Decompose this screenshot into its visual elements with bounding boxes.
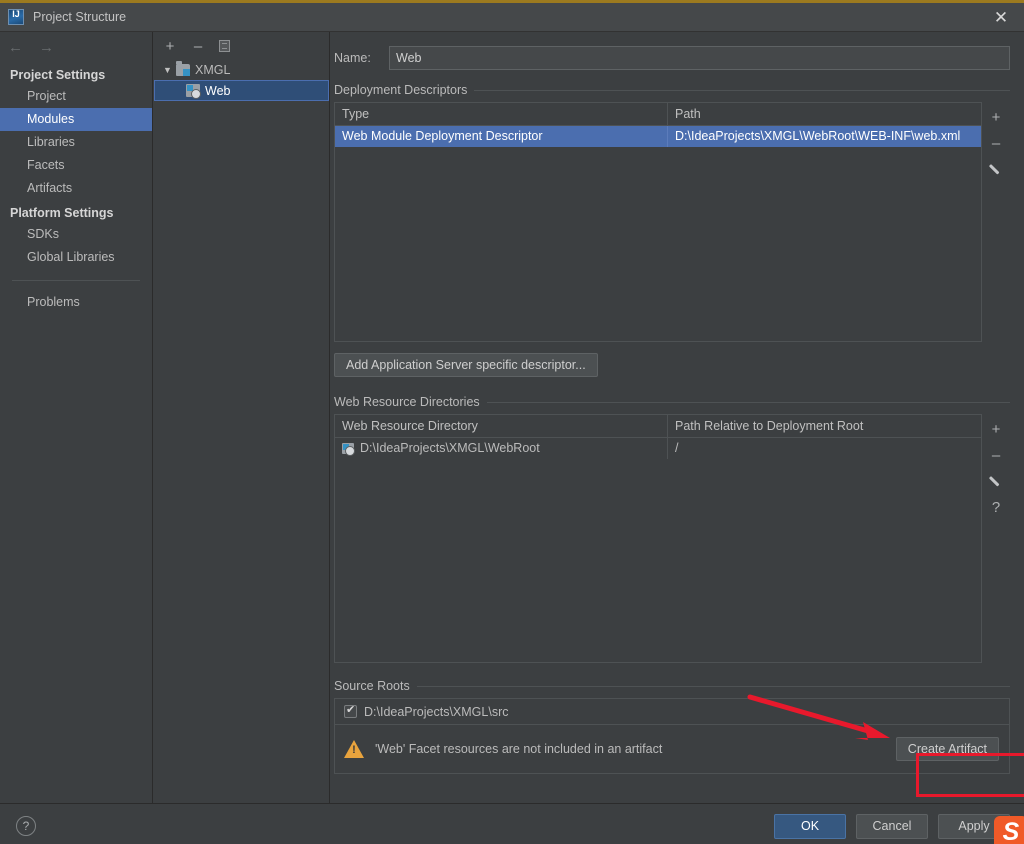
add-descriptor-button[interactable]: + (983, 104, 1009, 130)
group-label: Deployment Descriptors (334, 83, 467, 97)
forward-icon[interactable]: → (39, 40, 54, 55)
web-resource-table-wrap: Web Resource Directory Path Relative to … (334, 414, 1010, 663)
web-resource-directories-group: Web Resource Directories Web Resource Di… (334, 395, 1010, 663)
sidebar-item-problems[interactable]: Problems (0, 291, 152, 314)
help-icon[interactable]: ? (16, 816, 36, 836)
sidebar-item-artifacts[interactable]: Artifacts (0, 177, 152, 200)
deployment-descriptors-actions: + – (982, 102, 1010, 342)
help-web-resource-button[interactable]: ? (983, 494, 1009, 520)
table-header: Web Resource Directory Path Relative to … (335, 415, 981, 438)
module-tree-panel: + – ▼ XMGL Web (154, 32, 330, 803)
back-icon[interactable]: ← (8, 40, 23, 55)
web-resource-directories-title: Web Resource Directories (334, 395, 1010, 409)
group-label: Source Roots (334, 679, 410, 693)
pencil-icon (990, 475, 1003, 488)
table-row[interactable]: Web Module Deployment Descriptor D:\Idea… (335, 126, 981, 147)
sidebar-heading-platform-settings: Platform Settings (0, 203, 152, 223)
remove-web-resource-button[interactable]: – (983, 442, 1009, 468)
sidebar-divider (12, 280, 140, 281)
cancel-button[interactable]: Cancel (856, 814, 928, 839)
table-row[interactable]: D:\IdeaProjects\XMGL\WebRoot / (335, 438, 981, 459)
dialog-buttons: OK Cancel Apply (774, 814, 1010, 839)
table-body: Web Module Deployment Descriptor D:\Idea… (335, 126, 981, 147)
table-body: D:\IdeaProjects\XMGL\WebRoot / (335, 438, 981, 459)
group-rule (417, 686, 1010, 687)
module-name-label: Name: (334, 51, 389, 65)
copy-module-button[interactable] (219, 40, 230, 52)
title-bar: Project Structure ✕ (0, 3, 1024, 32)
source-root-path: D:\IdeaProjects\XMGL\src (364, 705, 509, 719)
deployment-descriptors-table-wrap: Type Path Web Module Deployment Descript… (334, 102, 1010, 342)
remove-module-button[interactable]: – (191, 39, 205, 54)
deployment-descriptors-table: Type Path Web Module Deployment Descript… (334, 102, 982, 342)
intellij-idea-icon (8, 9, 24, 25)
module-detail-pane: Name: Deployment Descriptors Type Path W… (331, 32, 1024, 803)
ok-button[interactable]: OK (774, 814, 846, 839)
column-header-path[interactable]: Path (668, 107, 981, 121)
sidebar-item-project[interactable]: Project (0, 85, 152, 108)
module-tree-toolbar: + – (154, 32, 329, 60)
source-roots-title: Source Roots (334, 679, 1010, 693)
source-roots-list: D:\IdeaProjects\XMGL\src 'Web' Facet res… (334, 698, 1010, 774)
artifact-warning-row: 'Web' Facet resources are not included i… (335, 725, 1009, 773)
group-rule (487, 402, 1010, 403)
sidebar-item-global-libraries[interactable]: Global Libraries (0, 246, 152, 269)
deployment-descriptors-title: Deployment Descriptors (334, 83, 1010, 97)
cell-path: D:\IdeaProjects\XMGL\WebRoot\WEB-INF\web… (668, 126, 981, 147)
tree-node-label: XMGL (195, 63, 230, 77)
cell-directory-text: D:\IdeaProjects\XMGL\WebRoot (360, 438, 540, 459)
sidebar-heading-project-settings: Project Settings (0, 65, 152, 85)
add-module-button[interactable]: + (163, 39, 177, 54)
tree-node-web[interactable]: Web (154, 80, 329, 101)
column-header-web-resource-directory[interactable]: Web Resource Directory (335, 415, 668, 437)
sidebar-nav-arrows: ← → (0, 32, 152, 62)
web-facet-icon (186, 84, 200, 97)
create-artifact-button[interactable]: Create Artifact (896, 737, 999, 761)
warning-triangle-icon (344, 740, 364, 758)
apply-button[interactable]: Apply (938, 814, 1010, 839)
module-folder-icon (176, 64, 190, 76)
close-icon[interactable]: ✕ (978, 3, 1024, 32)
add-web-resource-button[interactable]: + (983, 416, 1009, 442)
artifact-warning-text: 'Web' Facet resources are not included i… (375, 742, 662, 756)
add-application-server-descriptor-button[interactable]: Add Application Server specific descript… (334, 353, 598, 377)
edit-descriptor-button[interactable] (983, 156, 1009, 182)
group-label: Web Resource Directories (334, 395, 480, 409)
source-roots-group: Source Roots D:\IdeaProjects\XMGL\src 'W… (334, 679, 1010, 774)
web-resource-table: Web Resource Directory Path Relative to … (334, 414, 982, 663)
cell-type: Web Module Deployment Descriptor (335, 126, 668, 147)
dialog-footer: ? OK Cancel Apply (0, 803, 1024, 844)
cell-relative-path: / (668, 438, 981, 459)
web-resource-actions: + – ? (982, 414, 1010, 663)
pencil-icon (990, 163, 1003, 176)
sidebar-item-modules[interactable]: Modules (0, 108, 152, 131)
module-name-input[interactable] (389, 46, 1010, 70)
chevron-down-icon[interactable]: ▼ (163, 66, 176, 75)
list-item[interactable]: D:\IdeaProjects\XMGL\src (335, 699, 1009, 725)
remove-descriptor-button[interactable]: – (983, 130, 1009, 156)
window-title: Project Structure (33, 10, 126, 24)
folder-web-icon (342, 443, 354, 454)
settings-sidebar: ← → Project Settings Project Modules Lib… (0, 32, 153, 803)
project-structure-dialog: Project Structure ✕ ← → Project Settings… (0, 0, 1024, 844)
table-header: Type Path (335, 103, 981, 126)
sidebar-item-sdks[interactable]: SDKs (0, 223, 152, 246)
cell-directory: D:\IdeaProjects\XMGL\WebRoot (335, 438, 668, 459)
column-header-relative-path[interactable]: Path Relative to Deployment Root (668, 419, 981, 433)
sidebar-item-facets[interactable]: Facets (0, 154, 152, 177)
artifact-warning: 'Web' Facet resources are not included i… (344, 740, 662, 758)
sidebar-item-libraries[interactable]: Libraries (0, 131, 152, 154)
edit-web-resource-button[interactable] (983, 468, 1009, 494)
tree-node-label: Web (205, 84, 230, 98)
source-root-checkbox[interactable] (344, 705, 357, 718)
tree-node-xmgl[interactable]: ▼ XMGL (154, 60, 329, 80)
module-name-row: Name: (334, 46, 1010, 70)
group-rule (474, 90, 1010, 91)
column-header-type[interactable]: Type (335, 103, 668, 125)
deployment-descriptors-group: Deployment Descriptors Type Path Web Mod… (334, 83, 1010, 377)
